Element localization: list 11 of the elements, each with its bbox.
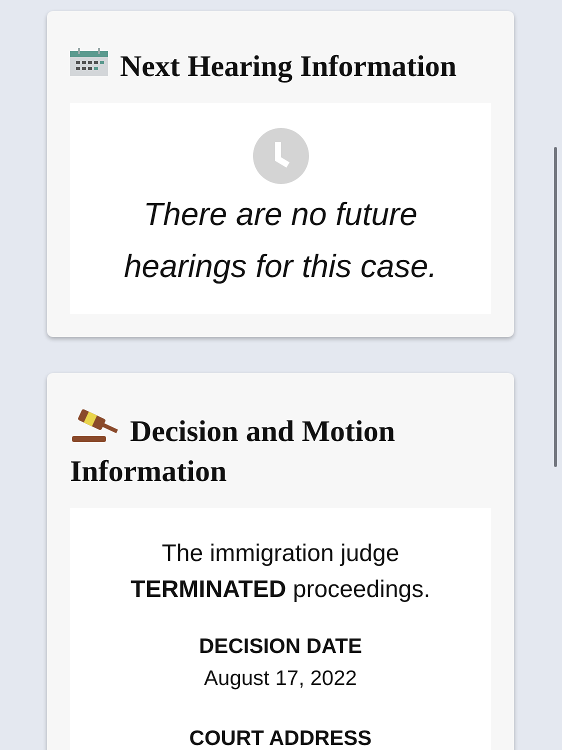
clock-icon [252,128,308,184]
gavel-icon [70,409,118,443]
field-label: DECISION DATE [199,634,362,660]
card-title: Decision and Motion Information [70,409,470,492]
scrollbar[interactable] [554,147,557,467]
field-label: COURT ADDRESS [189,726,372,750]
calendar-icon [70,48,108,76]
field-value: August 17, 2022 [204,666,357,692]
no-hearings-message: There are no future hearings for this case. [122,195,438,286]
decision-summary: The immigration judge TERMINATED proceedings. [130,539,430,605]
card-title: Next Hearing Information [120,49,457,85]
